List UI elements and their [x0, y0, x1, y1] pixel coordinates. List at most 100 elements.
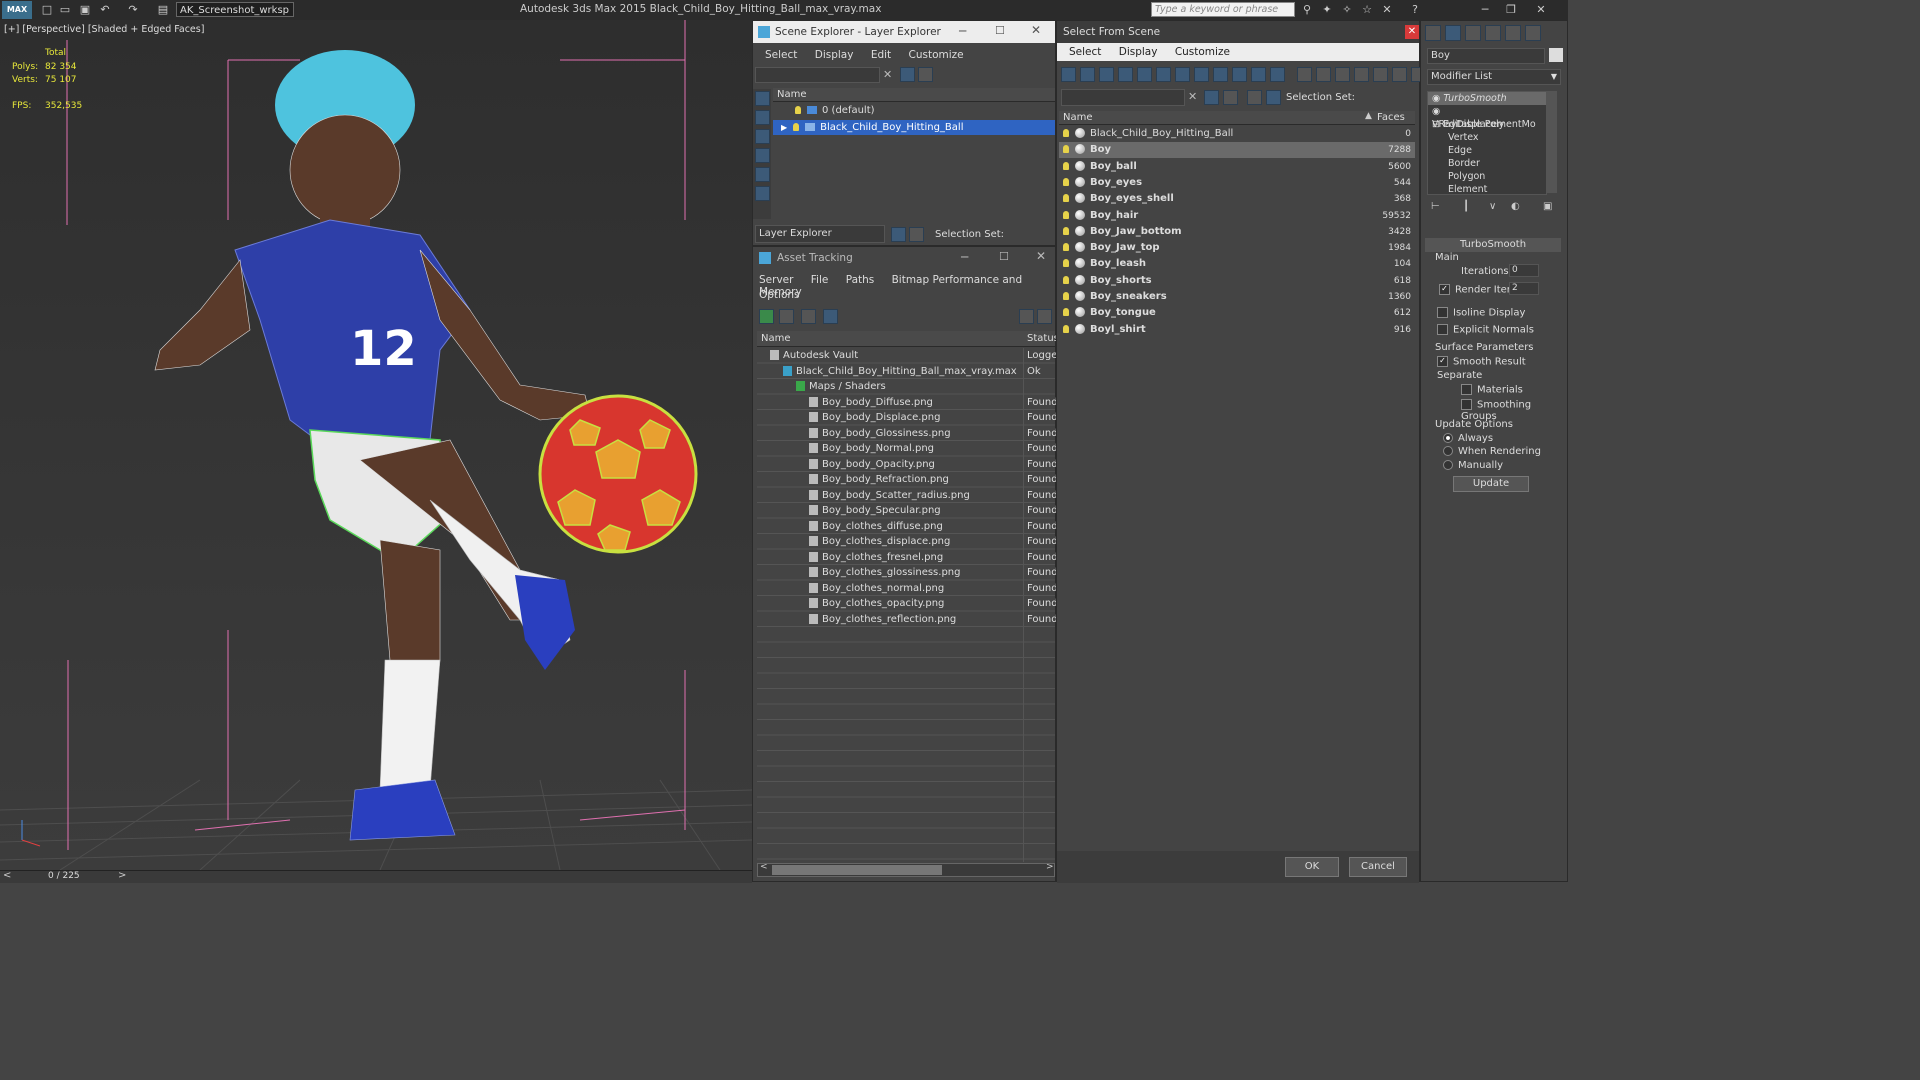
object-search-input[interactable]	[1061, 89, 1185, 106]
close-icon[interactable]: ✕	[1036, 249, 1046, 263]
close-icon[interactable]: ✕	[1031, 23, 1041, 37]
asset-row[interactable]: Boy_body_Scatter_radius.png Found	[757, 488, 1058, 504]
hierarchy-tab-icon[interactable]	[1465, 25, 1481, 41]
update-button[interactable]: Update	[1453, 476, 1529, 492]
refresh-icon[interactable]	[759, 309, 774, 324]
show-end-result-icon[interactable]: ┃	[1463, 201, 1469, 212]
binoculars-icon[interactable]: ⚲	[1300, 3, 1314, 16]
filter-select-invert-icon[interactable]	[1392, 67, 1407, 82]
when-rendering-radio[interactable]	[1443, 446, 1453, 456]
filter-display-none-icon[interactable]	[1316, 67, 1331, 82]
help-icon[interactable]	[1019, 309, 1034, 324]
filter-shapes-icon[interactable]	[1080, 67, 1095, 82]
pin-stack-icon[interactable]: ⊢	[1431, 201, 1440, 212]
modifier-stack-item[interactable]: ⊟ Editable Poly	[1432, 118, 1504, 131]
prev-frame-icon[interactable]: <	[3, 870, 11, 881]
object-row[interactable]: Boyl_shirt 916	[1059, 322, 1415, 338]
close-icon[interactable]: ✕	[1530, 2, 1552, 18]
asset-row[interactable]: Boy_body_Displace.png Found	[757, 410, 1058, 426]
maximize-icon[interactable]: ☐	[995, 24, 1005, 37]
asset-row[interactable]: Boy_body_Normal.png Found	[757, 441, 1058, 457]
smoothing-groups-checkbox[interactable]	[1461, 399, 1472, 410]
light-bulb-icon[interactable]	[1063, 129, 1069, 137]
light-bulb-icon[interactable]	[1063, 275, 1069, 284]
hierarchy-icon[interactable]	[909, 227, 924, 242]
configure-sets-icon[interactable]: ▣	[1543, 201, 1552, 212]
object-row[interactable]: Boy_sneakers 1360	[1059, 289, 1415, 305]
modifier-stack-item[interactable]: ◉ TurboSmooth	[1428, 92, 1546, 105]
filter-select-none-icon[interactable]	[1373, 67, 1388, 82]
asset-row[interactable]: Boy_body_Refraction.png Found	[757, 472, 1058, 488]
object-row[interactable]: Boy_Jaw_bottom 3428	[1059, 224, 1415, 240]
subscription-icon[interactable]: ✦	[1320, 3, 1334, 16]
scroll-left-icon[interactable]: <	[760, 862, 768, 872]
stack-scrollbar[interactable]	[1547, 91, 1557, 193]
settings-icon[interactable]	[1037, 309, 1052, 324]
create-tab-icon[interactable]	[1425, 25, 1441, 41]
redo-icon[interactable]: ↷	[126, 3, 140, 16]
menu-customize[interactable]: Customize	[909, 49, 964, 61]
light-bulb-icon[interactable]	[795, 106, 801, 114]
open-folder-icon[interactable]: ▭	[58, 3, 72, 16]
modifier-stack-item[interactable]: ◉ VRayDisplacementMo	[1432, 105, 1546, 130]
light-bulb-icon[interactable]	[793, 123, 800, 131]
find-case-icon[interactable]	[1223, 90, 1238, 105]
filter-icon[interactable]	[1204, 90, 1219, 105]
make-unique-icon[interactable]: ∨	[1489, 201, 1496, 212]
menu-options[interactable]: Options	[759, 289, 800, 301]
display-spacewarps-icon[interactable]	[755, 186, 770, 201]
scene-search-input[interactable]	[755, 67, 880, 83]
project-folder-icon[interactable]: ▤	[156, 3, 170, 16]
filter-bones-icon[interactable]	[1213, 67, 1228, 82]
save-icon[interactable]: ▣	[78, 3, 92, 16]
select-from-scene-title[interactable]: Select From Scene	[1057, 21, 1419, 43]
filter-lights-icon[interactable]	[1099, 67, 1114, 82]
asset-row[interactable]: Boy_body_Specular.png Found	[757, 503, 1058, 519]
asset-row[interactable]: Boy_clothes_glossiness.png Found	[757, 565, 1058, 581]
minimize-icon[interactable]: ─	[961, 250, 968, 264]
iterations-spinner[interactable]: 0	[1509, 264, 1539, 277]
menu-display[interactable]: Display	[815, 49, 854, 61]
hierarchy-icon[interactable]	[1266, 90, 1281, 105]
explicit-normals-checkbox[interactable]	[1437, 324, 1448, 335]
clear-search-icon[interactable]: ✕	[1188, 90, 1197, 103]
list-view-icon[interactable]	[779, 309, 794, 324]
object-row[interactable]: Boy_eyes_shell 368	[1059, 191, 1415, 207]
favorites-star-icon[interactable]: ☆	[1360, 3, 1374, 16]
smooth-result-checkbox[interactable]: ✓	[1437, 356, 1448, 367]
modifier-list-dropdown[interactable]: Modifier List ▼	[1427, 69, 1561, 85]
column-header-name[interactable]: Name	[773, 88, 1055, 102]
search-input[interactable]: Type a keyword or phrase	[1151, 2, 1295, 17]
menu-server[interactable]: Server	[759, 274, 793, 286]
layer-row-selected[interactable]: ▶ Black_Child_Boy_Hitting_Ball	[773, 120, 1055, 135]
filter-hidden-icon[interactable]	[1270, 67, 1285, 82]
object-row[interactable]: Boy_eyes 544	[1059, 175, 1415, 191]
minimize-icon[interactable]: ─	[1474, 2, 1496, 18]
scene-explorer-title[interactable]: Scene Explorer - Layer Explorer	[753, 21, 1055, 43]
column-header-faces[interactable]: Faces	[1373, 111, 1415, 125]
filter-icon[interactable]	[900, 67, 915, 82]
display-tab-icon[interactable]	[1505, 25, 1521, 41]
object-name-field[interactable]: Boy	[1427, 48, 1545, 64]
asset-row[interactable]: Autodesk Vault Logge	[757, 348, 1057, 364]
time-slider[interactable]: < 0 / 225 >	[0, 870, 752, 883]
exchange-icon[interactable]: ✕	[1380, 3, 1394, 16]
column-header-name[interactable]: Name	[1059, 111, 1373, 125]
modifier-stack-item[interactable]: Vertex	[1448, 131, 1479, 144]
modifier-stack-item[interactable]: Polygon	[1448, 170, 1485, 183]
viewport-label[interactable]: [+] [Perspective] [Shaded + Edged Faces]	[4, 24, 204, 35]
asset-row[interactable]: Boy_clothes_opacity.png Found	[757, 596, 1058, 612]
expand-arrow-icon[interactable]: ▶	[781, 123, 787, 132]
light-bulb-icon[interactable]	[1063, 259, 1069, 268]
scrollbar-thumb[interactable]	[772, 865, 942, 875]
light-bulb-icon[interactable]	[1063, 308, 1069, 317]
motion-tab-icon[interactable]	[1485, 25, 1501, 41]
light-bulb-icon[interactable]	[1063, 324, 1069, 333]
layer-tool-icon[interactable]	[918, 67, 933, 82]
menu-display[interactable]: Display	[1119, 46, 1158, 58]
filter-helpers-icon[interactable]	[1137, 67, 1152, 82]
menu-select[interactable]: Select	[765, 49, 797, 61]
filter-geometry-icon[interactable]	[1061, 67, 1076, 82]
object-row[interactable]: Boy_hair 59532	[1059, 208, 1415, 224]
table-view-icon[interactable]	[823, 309, 838, 324]
